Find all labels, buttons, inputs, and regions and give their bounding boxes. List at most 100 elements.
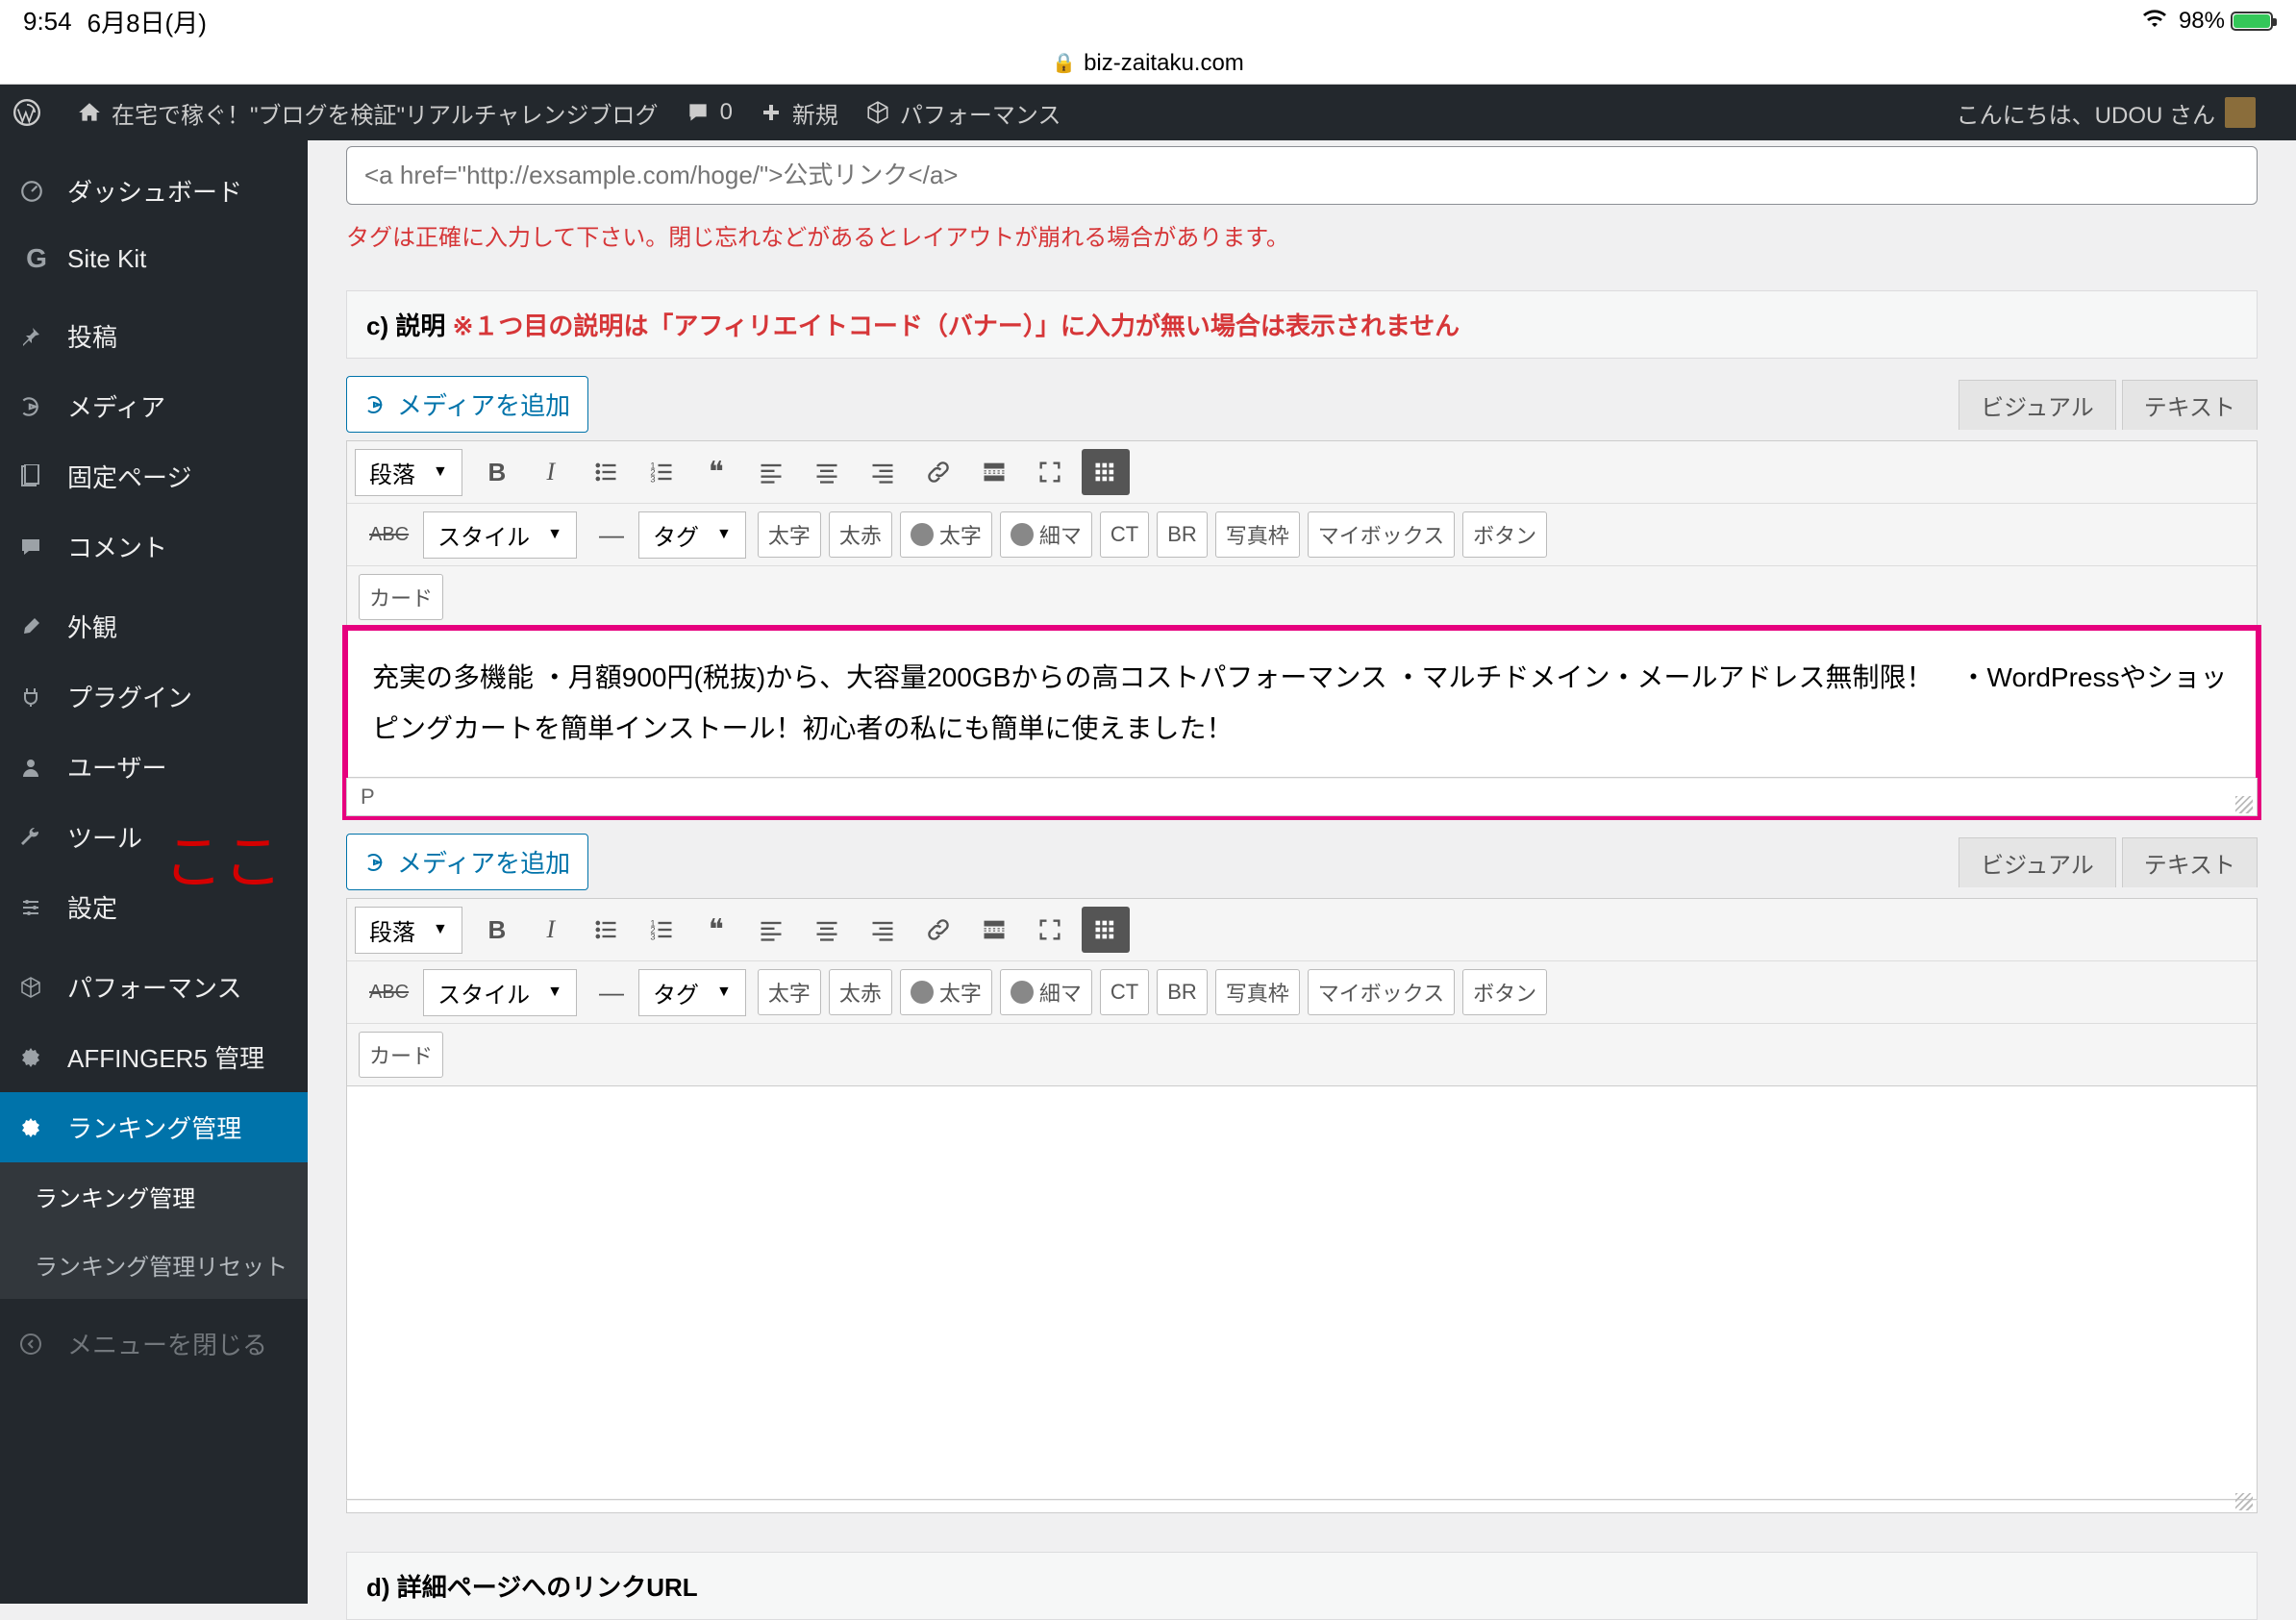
align-center-button[interactable]: [803, 449, 851, 495]
blockquote-button[interactable]: ❝: [693, 449, 739, 495]
card-button[interactable]: カード: [359, 574, 443, 620]
bullet-list-button[interactable]: [582, 449, 630, 495]
link-button[interactable]: [914, 449, 962, 495]
mybox-button[interactable]: マイボックス: [1308, 511, 1455, 558]
bullet-list-button[interactable]: [582, 907, 630, 953]
align-right-button[interactable]: [859, 907, 907, 953]
tab-visual[interactable]: ビジュアル: [1959, 380, 2116, 430]
futoji-button[interactable]: 太字: [758, 511, 821, 558]
align-right-button[interactable]: [859, 449, 907, 495]
sidebar-item-ranking[interactable]: ランキング管理: [0, 1092, 308, 1162]
user-greeting[interactable]: こんにちは、UDOU さん: [1957, 96, 2256, 130]
sidebar-subitem-ranking[interactable]: ランキング管理: [0, 1162, 308, 1231]
comments-link[interactable]: 0: [686, 99, 733, 126]
hr-button[interactable]: —: [588, 969, 635, 1015]
avatar-futoji-button[interactable]: 太字: [900, 511, 992, 558]
wrench-icon: [19, 826, 54, 849]
button-button[interactable]: ボタン: [1462, 511, 1547, 558]
blockquote-button[interactable]: ❝: [693, 907, 739, 953]
sidebar-item-users[interactable]: ユーザー: [0, 732, 308, 802]
photowaku-button[interactable]: 写真枠: [1215, 511, 1300, 558]
resize-grip-icon[interactable]: [2235, 796, 2253, 813]
sidebar-item-posts[interactable]: 投稿: [0, 301, 308, 371]
browser-url-bar[interactable]: 🔒 biz-zaitaku.com: [0, 42, 2296, 85]
tab-text[interactable]: テキスト: [2122, 837, 2258, 887]
style-select[interactable]: スタイル▼: [423, 969, 577, 1016]
sidebar-item-performance[interactable]: パフォーマンス: [0, 952, 308, 1022]
photowaku-button[interactable]: 写真枠: [1215, 969, 1300, 1015]
tab-visual[interactable]: ビジュアル: [1959, 837, 2116, 887]
section-c-note: ※１つ目の説明は「アフィリエイトコード（バナー）」に入力が無い場合は表示されませ…: [453, 312, 1460, 340]
sidebar-item-media[interactable]: メディア: [0, 371, 308, 441]
ct-button[interactable]: CT: [1100, 969, 1149, 1015]
avatar-hosoma-button[interactable]: 細マ: [1000, 511, 1092, 558]
fullscreen-button[interactable]: [1026, 449, 1074, 495]
sidebar-label: ユーザー: [67, 749, 166, 785]
bold-button[interactable]: B: [474, 449, 520, 495]
mybox-button[interactable]: マイボックス: [1308, 969, 1455, 1015]
sidebar-subitem-ranking-reset[interactable]: ランキング管理リセット: [0, 1231, 308, 1299]
sidebar-collapse[interactable]: メニューを閉じる: [0, 1308, 308, 1379]
number-list-button[interactable]: 123: [637, 907, 686, 953]
italic-button[interactable]: I: [528, 907, 574, 953]
avatar-futoji-button[interactable]: 太字: [900, 969, 992, 1015]
br-button[interactable]: BR: [1157, 511, 1208, 558]
add-media-label: メディアを追加: [397, 386, 570, 422]
gear-icon: [19, 1116, 54, 1139]
sidebar-item-dashboard[interactable]: ダッシュボード: [0, 156, 308, 226]
sidebar-label: コメント: [67, 529, 167, 564]
editor-body-2[interactable]: [346, 1086, 2258, 1500]
add-media-button[interactable]: メディアを追加: [346, 834, 588, 890]
sidebar-item-sitekit[interactable]: G Site Kit: [0, 226, 308, 291]
gear-icon: [19, 1046, 54, 1069]
number-list-button[interactable]: 123: [637, 449, 686, 495]
align-left-button[interactable]: [747, 449, 795, 495]
sidebar-item-plugins[interactable]: プラグイン: [0, 661, 308, 732]
sidebar-label: Site Kit: [67, 244, 146, 274]
futoaka-button[interactable]: 太赤: [829, 969, 892, 1015]
button-button[interactable]: ボタン: [1462, 969, 1547, 1015]
sidebar-item-affinger[interactable]: AFFINGER5 管理: [0, 1022, 308, 1092]
align-left-button[interactable]: [747, 907, 795, 953]
strikethrough-button[interactable]: ABC: [359, 969, 419, 1015]
readmore-button[interactable]: [970, 449, 1018, 495]
sidebar-item-comments[interactable]: コメント: [0, 511, 308, 582]
new-link[interactable]: 新規: [760, 96, 838, 130]
avatar-hosoma-button[interactable]: 細マ: [1000, 969, 1092, 1015]
link-button[interactable]: [914, 907, 962, 953]
performance-link[interactable]: パフォーマンス: [865, 96, 1061, 130]
add-media-button[interactable]: メディアを追加: [346, 376, 588, 433]
card-button[interactable]: カード: [359, 1032, 443, 1078]
kitchensink-button[interactable]: [1082, 449, 1130, 495]
strikethrough-button[interactable]: ABC: [359, 511, 419, 558]
tag-select[interactable]: タグ▼: [638, 969, 746, 1016]
align-center-button[interactable]: [803, 907, 851, 953]
fullscreen-button[interactable]: [1026, 907, 1074, 953]
futoji-button[interactable]: 太字: [758, 969, 821, 1015]
sidebar-item-appearance[interactable]: 外観: [0, 591, 308, 661]
kitchensink-button[interactable]: [1082, 907, 1130, 953]
link-tag-input[interactable]: [346, 146, 2258, 205]
wp-content: タグは正確に入力して下さい。閉じ忘れなどがあるとレイアウトが崩れる場合があります…: [308, 140, 2296, 1604]
dashboard-icon: [19, 179, 54, 204]
readmore-button[interactable]: [970, 907, 1018, 953]
sidebar-submenu-ranking: ランキング管理 ランキング管理リセット: [0, 1162, 308, 1299]
hr-button[interactable]: —: [588, 511, 635, 558]
resize-grip-icon[interactable]: [2235, 1493, 2253, 1510]
ct-button[interactable]: CT: [1100, 511, 1149, 558]
sidebar-item-pages[interactable]: 固定ページ: [0, 441, 308, 511]
site-home-link[interactable]: 在宅で稼ぐ！"ブログを検証"リアルチャレンジブログ: [77, 96, 659, 130]
wp-logo[interactable]: [13, 99, 50, 126]
tab-text[interactable]: テキスト: [2122, 380, 2258, 430]
format-select[interactable]: 段落▼: [355, 907, 462, 954]
style-select[interactable]: スタイル▼: [423, 511, 577, 559]
site-title: 在宅で稼ぐ！"ブログを検証"リアルチャレンジブログ: [112, 96, 659, 130]
futoaka-button[interactable]: 太赤: [829, 511, 892, 558]
bold-button[interactable]: B: [474, 907, 520, 953]
editor-body-1[interactable]: 充実の多機能 ・月額900円(税抜)から、大容量200GBからの高コストパフォー…: [346, 629, 2258, 778]
tag-select[interactable]: タグ▼: [638, 511, 746, 559]
br-button[interactable]: BR: [1157, 969, 1208, 1015]
italic-button[interactable]: I: [528, 449, 574, 495]
home-icon: [77, 100, 102, 125]
format-select[interactable]: 段落▼: [355, 449, 462, 496]
